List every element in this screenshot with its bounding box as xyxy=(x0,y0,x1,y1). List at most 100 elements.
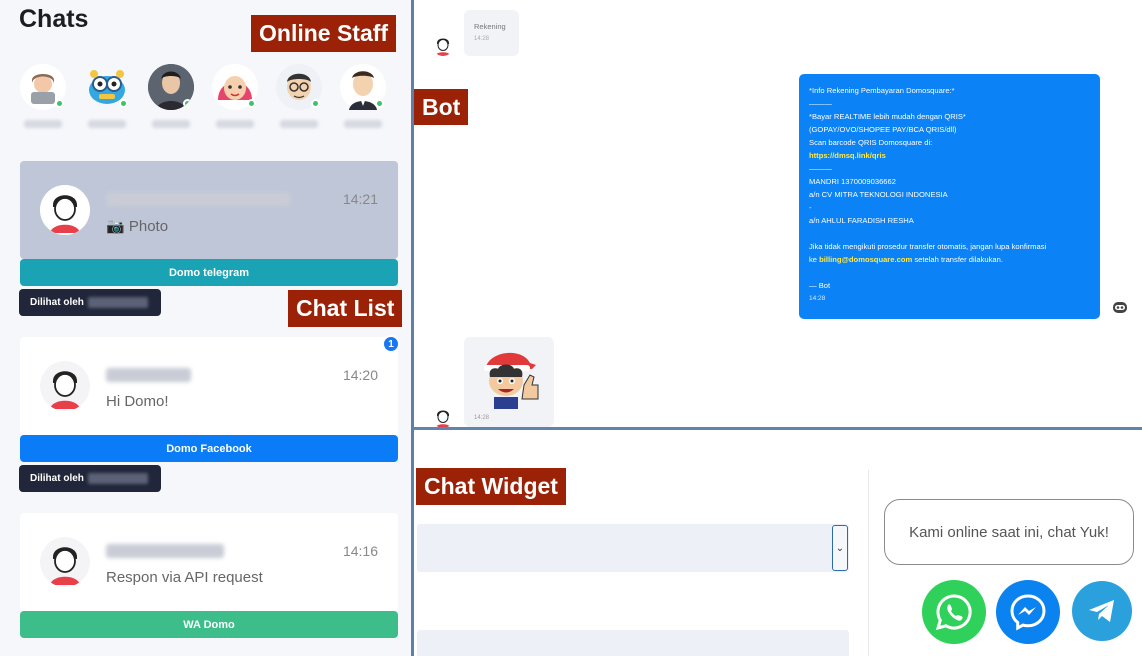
messenger-icon xyxy=(1010,594,1046,631)
online-staff-row: x x x x xyxy=(18,64,408,136)
seen-by-label: Dilihat oleh xyxy=(19,465,161,492)
channel-label-facebook: Domo Facebook xyxy=(20,435,398,462)
chat-sidebar: Chats x x xyxy=(0,0,414,656)
message-time: 14:28 xyxy=(809,295,826,302)
staff-avatar[interactable]: x xyxy=(82,64,132,128)
avatar xyxy=(432,34,454,56)
avatar xyxy=(212,64,258,110)
message-text: Rekening xyxy=(474,22,506,31)
chat-time: 14:21 xyxy=(342,191,378,207)
unread-count-badge: 1 xyxy=(382,335,400,353)
avatar xyxy=(40,537,90,587)
channel-label-telegram: Domo telegram xyxy=(20,259,398,286)
telegram-icon xyxy=(1089,600,1114,622)
telegram-button[interactable] xyxy=(1072,581,1132,641)
bot-line: - xyxy=(809,203,812,212)
channel-select[interactable]: ⌄ xyxy=(417,524,849,572)
chat-widget-tag: Chat Widget xyxy=(416,468,566,505)
seen-by-text: Dilihat oleh xyxy=(30,473,84,484)
bot-line: Jika tidak mengikuti prosedur transfer o… xyxy=(809,242,1047,251)
bot-line: ——— xyxy=(809,99,832,108)
online-status-dot xyxy=(55,99,64,108)
avatar xyxy=(40,185,90,235)
sticker-image xyxy=(484,352,539,409)
online-staff-tag: Online Staff xyxy=(251,15,397,52)
bot-signature: — Bot xyxy=(809,281,831,290)
staff-name-blurred: x xyxy=(344,120,382,128)
chat-preview: Hi Domo! xyxy=(106,393,169,410)
chat-list-item[interactable]: x 14:20 Hi Domo! xyxy=(20,337,398,435)
sticker-message-bubble: 14:28 xyxy=(464,337,554,427)
page-title: Chats xyxy=(19,5,89,33)
divider xyxy=(868,470,869,656)
channel-label-whatsapp: WA Domo xyxy=(20,611,398,638)
bot-tag: Bot xyxy=(414,89,469,125)
staff-name-blurred: x xyxy=(152,120,190,128)
bot-line: *Bayar REALTIME lebih mudah dengan QRIS* xyxy=(809,112,966,121)
contact-name-blurred: x xyxy=(106,192,291,206)
online-status-dot xyxy=(247,99,256,108)
chat-list-item[interactable]: x 14:21 📷 Photo xyxy=(20,161,398,259)
chat-list-item[interactable]: x 14:16 Respon via API request xyxy=(20,513,398,611)
online-status-dot xyxy=(183,99,192,108)
chat-time: 14:16 xyxy=(342,543,378,559)
chat-widget-panel: ⌄ Kami online saat ini, chat Yuk! xyxy=(417,430,1142,656)
bot-line xyxy=(809,266,1090,279)
staff-avatar[interactable]: x xyxy=(18,64,68,128)
widget-prompt-bubble[interactable]: Kami online saat ini, chat Yuk! xyxy=(884,499,1134,565)
staff-avatar[interactable]: x xyxy=(146,64,196,128)
widget-settings-field[interactable] xyxy=(417,630,849,656)
message-time: 14:28 xyxy=(474,415,490,421)
app-root: Chats x x xyxy=(0,0,1142,656)
bot-line: Scan barcode QRIS Domosquare di: xyxy=(809,138,933,147)
staff-avatar[interactable]: x xyxy=(338,64,388,128)
whatsapp-button[interactable] xyxy=(922,580,986,644)
seen-by-label: Dilihat oleh xyxy=(19,289,161,316)
contact-name-blurred: x xyxy=(106,368,191,382)
conversation-panel: Rekening 14:28 *Info Rekening Pembayaran… xyxy=(417,0,1142,427)
seen-by-name-blurred xyxy=(87,473,148,484)
chat-time: 14:20 xyxy=(342,367,378,383)
billing-email-link[interactable]: billing@domosquare.com xyxy=(819,255,912,264)
bot-line: ke billing@domosquare.com setelah transf… xyxy=(809,253,1090,266)
message-time: 14:28 xyxy=(474,36,490,42)
qris-link[interactable]: https://dmsq.link/qris xyxy=(809,149,1090,162)
bot-line: *Info Rekening Pembayaran Domosquare:* xyxy=(809,86,955,95)
seen-by-name-blurred xyxy=(87,297,148,308)
staff-avatar[interactable]: x xyxy=(210,64,260,128)
bot-line-prefix: ke xyxy=(809,255,818,264)
staff-name-blurred: x xyxy=(88,120,126,128)
seen-by-text: Dilihat oleh xyxy=(30,297,84,308)
chevron-down-icon[interactable]: ⌄ xyxy=(832,525,848,571)
staff-name-blurred: x xyxy=(216,120,254,128)
bot-line: (GOPAY/OVO/SHOPEE PAY/BCA QRIS/dll) xyxy=(809,125,957,134)
online-status-dot xyxy=(311,99,320,108)
staff-name-blurred: x xyxy=(280,120,318,128)
bot-line: MANDRI 1370009036662 xyxy=(809,177,896,186)
bot-line-suffix: setelah transfer dilakukan. xyxy=(914,255,1003,264)
bot-message-bubble: *Info Rekening Pembayaran Domosquare:* —… xyxy=(799,74,1100,319)
online-status-dot xyxy=(119,99,128,108)
chat-preview: Respon via API request xyxy=(106,569,263,586)
avatar xyxy=(84,64,130,110)
whatsapp-icon xyxy=(935,594,972,631)
bot-line xyxy=(809,227,1090,240)
bot-line: a/n AHLUL FARADISH RESHA xyxy=(809,216,914,225)
staff-name-blurred: x xyxy=(24,120,62,128)
online-status-dot xyxy=(375,99,384,108)
staff-avatar[interactable]: x xyxy=(274,64,324,128)
avatar xyxy=(148,64,194,110)
avatar xyxy=(276,64,322,110)
messenger-button[interactable] xyxy=(996,580,1060,644)
chat-list-tag: Chat List xyxy=(288,290,403,327)
chat-preview: 📷 Photo xyxy=(106,218,169,235)
bot-line: a/n CV MITRA TEKNOLOGI INDONESIA xyxy=(809,190,948,199)
avatar xyxy=(40,361,90,411)
message-bubble: Rekening 14:28 xyxy=(464,10,519,56)
avatar xyxy=(20,64,66,110)
bot-line: ——— xyxy=(809,164,832,173)
bot-icon xyxy=(1111,298,1129,316)
avatar xyxy=(432,406,454,427)
avatar xyxy=(340,64,386,110)
contact-name-blurred: x xyxy=(106,544,224,558)
